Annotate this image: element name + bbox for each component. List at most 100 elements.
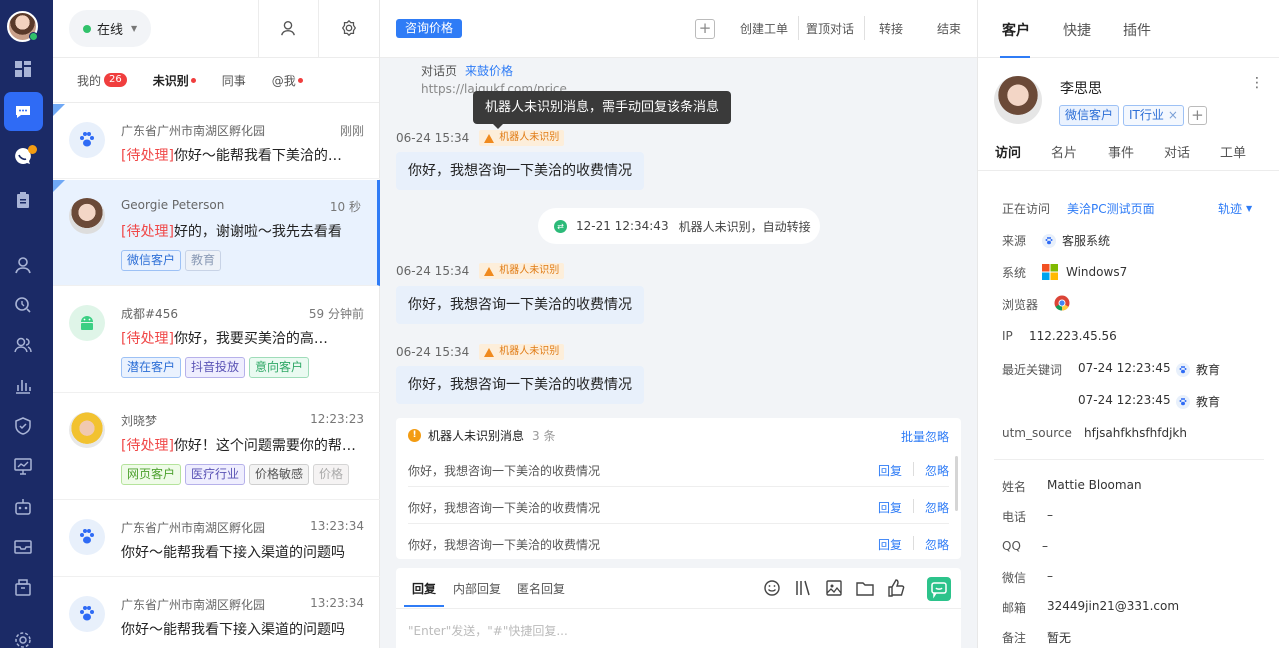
tab-customer[interactable]: 客户 <box>1002 20 1030 40</box>
divider <box>913 536 914 550</box>
list-topbar: 在线 ▼ <box>53 0 379 58</box>
list-item[interactable]: 刘晓梦 12:23:23 [待处理]你好！这个问题需要你的帮… 网页客户 医疗行… <box>53 394 380 500</box>
tag: 网页客户 <box>121 464 182 485</box>
image-icon[interactable] <box>825 579 843 597</box>
scrollbar[interactable] <box>955 456 958 511</box>
emoji-icon[interactable] <box>763 579 781 597</box>
chat-icon[interactable] <box>13 102 33 122</box>
consult-tag[interactable]: 咨询价格 <box>396 19 463 38</box>
reply-link[interactable]: 回复 <box>878 462 902 479</box>
user-icon[interactable] <box>13 255 33 275</box>
page-link[interactable]: 来鼓价格 <box>465 62 513 79</box>
name-label: 姓名 <box>1002 480 1027 494</box>
divider <box>864 16 865 40</box>
tag: 医疗行业 <box>185 464 246 485</box>
reply-link[interactable]: 回复 <box>878 536 902 553</box>
warning-badge: 机器人未识别 <box>479 344 565 360</box>
tab-visit[interactable]: 访问 <box>995 142 1021 161</box>
track-label: 轨迹 <box>1218 202 1243 216</box>
paw-icon <box>69 596 105 632</box>
tab-mine[interactable]: 我的 26 <box>77 72 127 89</box>
tab-anonymous-reply[interactable]: 匿名回复 <box>517 580 565 597</box>
message-time: 06-24 15:34 <box>396 131 470 145</box>
list-item[interactable]: 广东省广州市南湖区孵化园 13:23:34 你好～能帮我看下接入渠道的问题吗 <box>53 578 380 648</box>
user-icon[interactable] <box>279 19 299 39</box>
shield-icon[interactable] <box>13 416 33 436</box>
tag: 微信客户 <box>1059 105 1120 126</box>
tab-tickets[interactable]: 工单 <box>1220 142 1246 161</box>
info-icon: ! <box>408 429 421 442</box>
tag: 意向客户 <box>249 357 310 378</box>
ignore-link[interactable]: 忽略 <box>925 536 949 553</box>
tab-events[interactable]: 事件 <box>1108 142 1134 161</box>
tab-quick[interactable]: 快捷 <box>1063 20 1091 40</box>
track-dropdown[interactable]: 轨迹 ▼ <box>1218 200 1252 217</box>
avatar <box>69 412 105 448</box>
end-button[interactable]: 结束 <box>937 20 961 37</box>
paw-icon <box>1042 233 1056 248</box>
wechat-label: 微信 <box>1002 571 1027 585</box>
robot-icon[interactable] <box>13 497 33 517</box>
online-dot <box>83 24 91 33</box>
phone-value: – <box>1047 508 1053 522</box>
customer-avatar <box>994 76 1042 124</box>
dashboard-icon[interactable] <box>13 59 33 79</box>
visitor-name: Georgie Peterson <box>121 198 225 212</box>
monitor-icon[interactable] <box>13 456 33 476</box>
warning-icon <box>484 133 495 143</box>
list-item[interactable]: 广东省广州市南湖区孵化园 13:23:34 你好～能帮我看下接入渠道的问题吗 <box>53 501 380 577</box>
tab-label: @我 <box>271 73 296 88</box>
customer-panel: 客户 快捷 插件 李思思 ⋮ 微信客户 IT行业 × + 访问 名片 事件 对话 … <box>977 0 1279 648</box>
tab-internal-reply[interactable]: 内部回复 <box>453 580 501 597</box>
batch-ignore-button[interactable]: 批量忽略 <box>901 428 949 445</box>
tab-unrecognized[interactable]: 未识别 <box>153 72 196 89</box>
tab-reply[interactable]: 回复 <box>412 580 436 597</box>
tag: 价格敏感 <box>249 464 310 485</box>
clipboard-icon[interactable] <box>13 190 33 210</box>
package-icon[interactable] <box>13 577 33 597</box>
note-time: 12-21 12:34:43 <box>576 219 669 233</box>
visiting-page-link[interactable]: 美洽PC测试页面 <box>1067 200 1155 217</box>
tab-label: 同事 <box>221 73 246 88</box>
create-ticket-button[interactable]: 创建工单 <box>740 20 788 37</box>
add-tag-button[interactable]: + <box>1187 106 1207 125</box>
conversation-list-panel: 在线 ▼ 我的 26 未识别 同事 @我 广东省广州市南湖区孵化园 刚刚 [待处理… <box>53 0 380 648</box>
list-item-selected[interactable]: Georgie Peterson 10 秒 [待处理]好的，谢谢啦～我先去看看 … <box>53 180 380 286</box>
status-selector[interactable]: 在线 ▼ <box>69 10 151 47</box>
folder-icon[interactable] <box>856 579 874 597</box>
right-tabs: 客户 快捷 插件 <box>978 0 1279 58</box>
mail-icon[interactable] <box>13 537 33 557</box>
thumbs-up-icon[interactable] <box>887 579 905 597</box>
tab-mentions[interactable]: @我 <box>272 72 303 89</box>
close-icon[interactable]: × <box>1168 108 1178 122</box>
ignore-link[interactable]: 忽略 <box>925 462 949 479</box>
transfer-button[interactable]: 转接 <box>879 20 903 37</box>
chat-header: 咨询价格 + 创建工单 置顶对话 转接 结束 <box>380 0 977 58</box>
pin-chat-button[interactable]: 置顶对话 <box>806 20 854 37</box>
more-icon[interactable]: ⋮ <box>1250 75 1264 91</box>
list-item[interactable]: 成都#456 59 分钟前 [待处理]你好，我要买美洽的高… 潜在客户 抖音投放… <box>53 287 380 393</box>
row-text: 你好，我想咨询一下美洽的收费情况 <box>408 538 601 552</box>
gear-icon[interactable] <box>340 19 360 39</box>
divider <box>913 462 914 476</box>
quick-send-icon[interactable] <box>927 577 951 601</box>
settings-icon[interactable] <box>13 630 33 648</box>
reply-link[interactable]: 回复 <box>878 499 902 516</box>
ignore-link[interactable]: 忽略 <box>925 499 949 516</box>
reply-input[interactable]: "Enter"发送，"#"快捷回复... <box>408 622 568 639</box>
chevron-down-icon: ▼ <box>1246 204 1253 213</box>
bar-chart-icon[interactable] <box>13 376 33 396</box>
tab-colleagues[interactable]: 同事 <box>222 72 246 89</box>
paw-icon <box>69 519 105 555</box>
tab-card[interactable]: 名片 <box>1051 142 1077 161</box>
list-item[interactable]: 广东省广州市南湖区孵化园 刚刚 [待处理]你好～能帮我看下美洽的… <box>53 104 380 179</box>
tab-conversations[interactable]: 对话 <box>1164 142 1190 161</box>
unrecognized-row: 你好，我想咨询一下美洽的收费情况 回复 忽略 <box>408 450 949 487</box>
tab-plugins[interactable]: 插件 <box>1123 20 1151 40</box>
library-icon[interactable] <box>794 579 812 597</box>
add-tag-button[interactable]: + <box>695 19 715 39</box>
team-icon[interactable] <box>13 335 33 355</box>
tag: 价格 <box>313 464 350 485</box>
source-label: 来源 <box>1002 234 1027 248</box>
search-clock-icon[interactable] <box>13 295 33 315</box>
